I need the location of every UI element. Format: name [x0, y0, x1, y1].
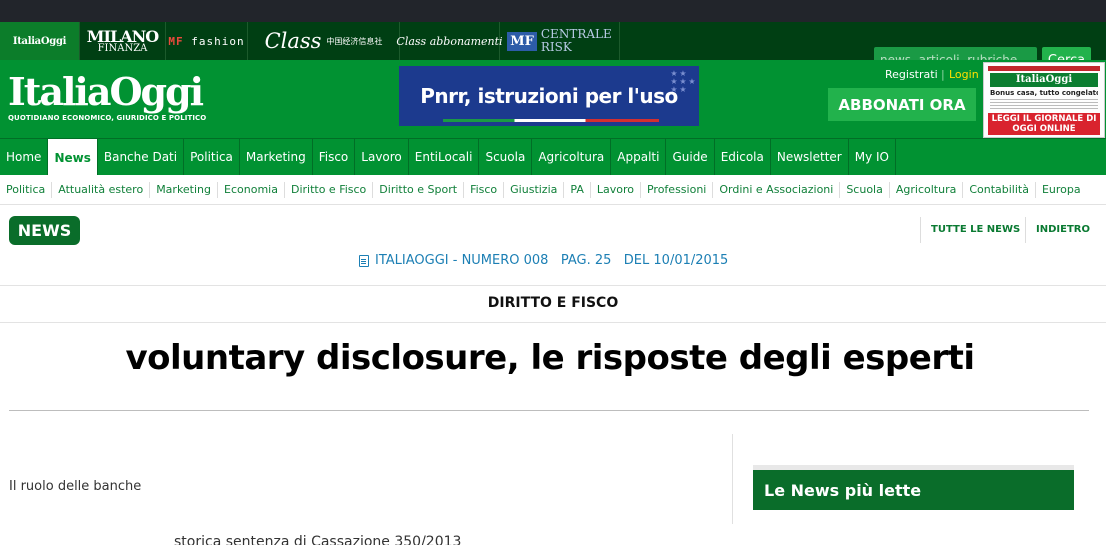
- centrale-text: CENTRALE: [540, 27, 612, 41]
- subnav-item-attualità-estero[interactable]: Attualità estero: [52, 181, 151, 198]
- nav-item-marketing[interactable]: Marketing: [240, 139, 313, 175]
- article-section-label: DIRITTO E FISCO: [487, 295, 619, 311]
- subnav-item-marketing[interactable]: Marketing: [150, 181, 219, 198]
- login-link[interactable]: Login: [949, 68, 979, 81]
- subnav-item-economia[interactable]: Economia: [218, 181, 285, 198]
- nav-item-guide[interactable]: Guide: [666, 139, 715, 175]
- column-divider: [732, 434, 733, 524]
- article-body-line: storica sentenza di Cassazione 350/2013: [174, 534, 462, 545]
- subnav-item-ordini-e-associazioni[interactable]: Ordini e Associazioni: [713, 181, 841, 198]
- issue-reference-link[interactable]: ITALIAOGGI - NUMERO 008 PAG. 25 DEL 10/0…: [359, 253, 728, 268]
- nav-item-fisco[interactable]: Fisco: [313, 139, 356, 175]
- main-navigation: Home News Banche Dati Politica Marketing Fisc…: [0, 138, 1106, 176]
- divider: [0, 285, 1106, 286]
- tutte-le-news-link[interactable]: TUTTE LE NEWS: [931, 224, 1020, 235]
- nav-item-banche-dati[interactable]: Banche Dati: [98, 139, 185, 175]
- subnav-item-giustizia[interactable]: Giustizia: [504, 181, 565, 198]
- class-logo-text: Class: [264, 29, 322, 53]
- nav-item-lavoro[interactable]: Lavoro: [355, 139, 409, 175]
- subnav-item-diritto-e-sport[interactable]: Diritto e Sport: [373, 181, 465, 198]
- subnav-item-europa[interactable]: Europa: [1036, 182, 1087, 198]
- subnav-item-diritto-e-fisco[interactable]: Diritto e Fisco: [285, 181, 374, 198]
- divider: [9, 410, 1089, 411]
- nav-item-news[interactable]: News: [48, 139, 98, 176]
- milano-finanza-logo[interactable]: MILANO FINANZA: [80, 22, 166, 60]
- document-icon: [359, 254, 369, 267]
- nav-item-politica[interactable]: Politica: [184, 139, 240, 175]
- finanza-logo-text: FINANZA: [97, 42, 148, 54]
- subnav-item-pa[interactable]: PA: [564, 181, 591, 198]
- paper-top-bar: [988, 66, 1100, 71]
- site-tagline: QUOTIDIANO ECONOMICO, GIURIDICO E POLITI…: [8, 114, 207, 122]
- divider: [0, 322, 1106, 323]
- most-read-news-header: Le News più lette: [753, 470, 1074, 510]
- news-section-badge: NEWS: [9, 216, 80, 245]
- mf-fashion-logo[interactable]: MF fashion: [166, 22, 248, 60]
- class-abbonamenti-text: Class abbonamenti: [396, 34, 503, 48]
- italiaoggi-group-logo[interactable]: ItaliaOggi: [0, 22, 80, 60]
- pnrr-banner-ad[interactable]: Pnrr, istruzioni per l'uso ★ ★ ★ ★ ★ ★ ★: [399, 66, 699, 126]
- nav-item-agricoltura[interactable]: Agricoltura: [532, 139, 612, 175]
- nav-item-scuola[interactable]: Scuola: [479, 139, 533, 175]
- nav-item-home[interactable]: Home: [0, 139, 49, 175]
- class-cn-text: 中国经济信息社: [326, 36, 383, 46]
- issue-reference-text: ITALIAOGGI - NUMERO 008 PAG. 25 DEL 10/0…: [375, 253, 729, 268]
- italiaoggi-logo-text: ItaliaOggi: [12, 35, 67, 47]
- paper-headline: Bonus casa, tutto congelato: [990, 89, 1098, 97]
- sub-navigation: Politica Attualità estero Marketing Economi…: [0, 175, 1106, 205]
- subnav-item-politica[interactable]: Politica: [0, 181, 53, 198]
- eu-stars-icon: ★ ★ ★ ★ ★ ★ ★: [670, 69, 695, 94]
- subnav-item-lavoro[interactable]: Lavoro: [591, 181, 641, 198]
- link-separator: |: [941, 68, 945, 81]
- article-body-peek: storica sentenza di Cassazione 350/2013: [0, 521, 1106, 545]
- fashion-logo-text: fashion: [191, 34, 245, 48]
- site-header: ItaliaOggi QUOTIDIANO ECONOMICO, GIURIDI…: [0, 60, 1106, 138]
- read-paper-cta: LEGGI IL GIORNALE DI OGGI ONLINE: [988, 113, 1100, 135]
- browser-top-strip: [0, 0, 1106, 22]
- subnav-item-agricoltura[interactable]: Agricoltura: [890, 181, 964, 198]
- banner-text: Pnrr, istruzioni per l'uso: [420, 84, 678, 108]
- nav-item-appalti[interactable]: Appalti: [611, 139, 667, 175]
- article-subheading: Il ruolo delle banche: [9, 479, 142, 494]
- class-abbonamenti-logo[interactable]: Class abbonamenti: [396, 22, 503, 60]
- abbonati-ora-button[interactable]: ABBONATI ORA: [828, 88, 976, 121]
- subnav-item-fisco[interactable]: Fisco: [464, 181, 505, 198]
- risk-text: RISK: [540, 40, 572, 54]
- mf-risk-box: MF: [507, 31, 537, 51]
- nav-item-my-io[interactable]: My IO: [849, 139, 897, 175]
- centrale-risk-text: CENTRALE RISK: [541, 28, 612, 54]
- nav-item-newsletter[interactable]: Newsletter: [771, 139, 849, 175]
- group-network-bar: ItaliaOggi MILANO FINANZA MF fashion Cla…: [0, 22, 1106, 73]
- mf-fashion-mf-text: MF: [168, 34, 184, 48]
- italian-flag-stripe: [443, 119, 659, 122]
- paper-text-lines: [990, 99, 1098, 109]
- class-cnr-logo[interactable]: Class 中国经济信息社: [248, 22, 400, 60]
- article-headline: voluntary disclosure, le risposte degli …: [125, 338, 975, 378]
- italiaoggi-logo[interactable]: ItaliaOggi: [8, 72, 204, 112]
- nav-item-edicola[interactable]: Edicola: [715, 139, 771, 175]
- indietro-link[interactable]: INDIETRO: [1036, 224, 1090, 235]
- subnav-item-scuola[interactable]: Scuola: [840, 181, 890, 198]
- nav-item-entilocali[interactable]: EntiLocali: [409, 139, 480, 175]
- milano-logo-text: MILANO: [86, 26, 159, 46]
- subnav-item-professioni[interactable]: Professioni: [641, 181, 714, 198]
- divider: [920, 217, 921, 243]
- subnav-item-contabilità[interactable]: Contabilità: [963, 181, 1036, 198]
- divider: [1025, 217, 1026, 243]
- today-paper-thumbnail[interactable]: ItaliaOggi Bonus casa, tutto congelato L…: [983, 62, 1105, 138]
- mf-centrale-risk-logo[interactable]: MF CENTRALE RISK: [500, 22, 620, 60]
- paper-masthead: ItaliaOggi: [990, 73, 1098, 87]
- registrati-link[interactable]: Registrati: [885, 68, 938, 81]
